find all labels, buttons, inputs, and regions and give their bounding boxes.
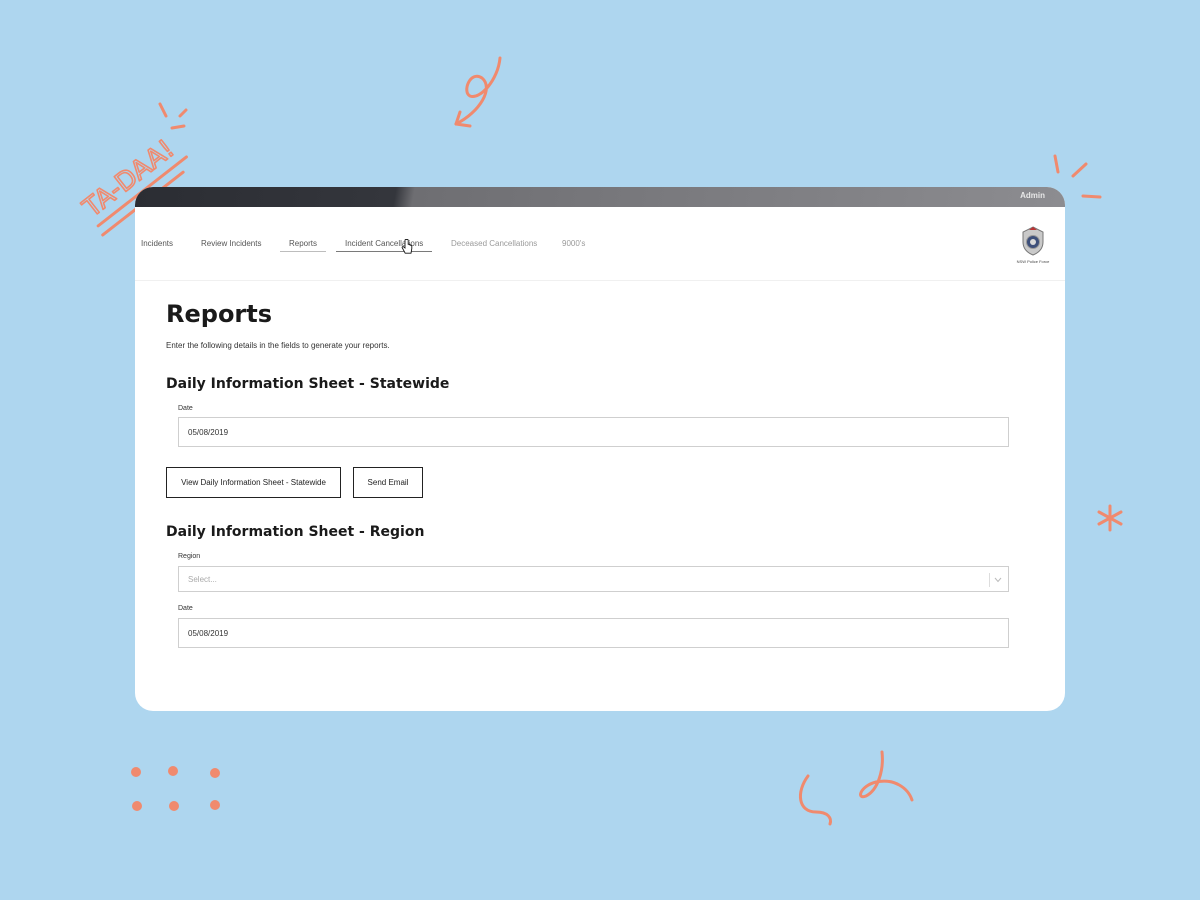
nav-item-incidents[interactable]: Incidents <box>141 239 173 248</box>
nav-item-reports[interactable]: Reports <box>279 239 327 252</box>
region-select[interactable]: Select... <box>178 566 1009 592</box>
hand-pointer-icon <box>401 238 413 260</box>
nav-item-9000s[interactable]: 9000's <box>562 239 585 248</box>
app-window: Admin Incidents Review Incidents Reports… <box>135 187 1065 711</box>
logo-text: NSW Police Force <box>1016 259 1050 264</box>
top-bar: Admin <box>135 187 1065 207</box>
chevron-down-icon <box>994 576 1002 585</box>
page-intro: Enter the following details in the field… <box>166 341 390 350</box>
region-date-value: 05/08/2019 <box>188 628 229 638</box>
statewide-section-title: Daily Information Sheet - Statewide <box>166 376 450 392</box>
page-title: Reports <box>166 300 273 328</box>
statewide-date-input[interactable]: 05/08/2019 <box>178 417 1009 447</box>
select-divider <box>989 573 990 587</box>
region-select-placeholder: Select... <box>188 574 217 584</box>
region-label: Region <box>178 553 201 560</box>
statewide-date-value: 05/08/2019 <box>188 427 229 437</box>
region-date-input[interactable]: 05/08/2019 <box>178 618 1009 648</box>
crest-icon <box>1022 226 1044 256</box>
nav-item-review-incidents[interactable]: Review Incidents <box>201 239 261 248</box>
police-logo: NSW Police Force <box>1011 225 1055 269</box>
main-nav: Incidents Review Incidents Reports Incid… <box>135 207 1065 281</box>
statewide-date-label: Date <box>178 405 193 412</box>
region-date-label: Date <box>178 605 193 612</box>
nav-item-deceased-cancellations[interactable]: Deceased Cancellations <box>451 239 537 248</box>
region-section-title: Daily Information Sheet - Region <box>166 524 425 540</box>
send-email-button[interactable]: Send Email <box>353 467 423 498</box>
user-menu[interactable]: Admin <box>1020 191 1045 200</box>
view-statewide-sheet-button[interactable]: View Daily Information Sheet - Statewide <box>166 467 341 498</box>
